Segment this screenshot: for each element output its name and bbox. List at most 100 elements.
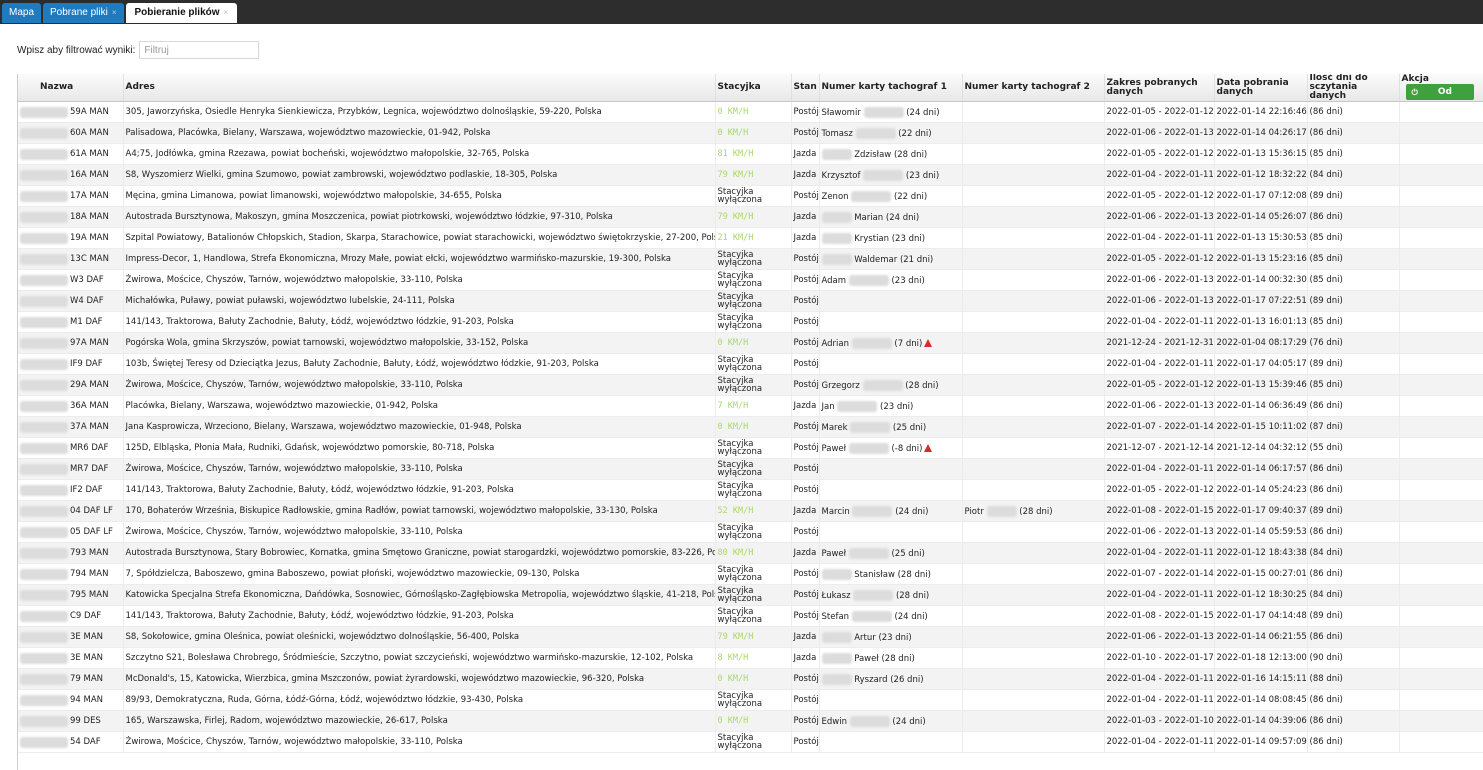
address-cell: Szpital Powiatowy, Batalionów Chłopskich… <box>123 227 716 249</box>
column-header[interactable]: Nazwa <box>18 74 124 102</box>
card2-cell: Piotr (28 dni) <box>962 500 1105 522</box>
card-days: (23 dni) <box>878 632 912 643</box>
table-row[interactable]: MR7 DAF Żwirowa, Mościce, Chyszów, Tarnów… <box>18 458 1483 480</box>
column-header[interactable]: Numer karty tachograf 1 <box>819 74 963 102</box>
days-left-cell: (86 dni) <box>1307 395 1400 417</box>
table-row[interactable]: M1 DAF 141/143, Traktorowa, Bałuty Zachod… <box>18 311 1483 333</box>
table-row[interactable]: 37A MAN Jana Kasprowicza, Wrzeciono, Biel… <box>18 416 1483 438</box>
card2-cell <box>962 710 1105 732</box>
table-row[interactable]: IF9 DAF 103b, Świętej Teresy od Dzieciątk… <box>18 353 1483 375</box>
table-row[interactable]: 29A MAN Żwirowa, Mościce, Chyszów, Tarnów… <box>18 374 1483 396</box>
card2-cell <box>962 416 1105 438</box>
table-row[interactable]: W3 DAF Żwirowa, Mościce, Chyszów, Tarnów,… <box>18 269 1483 291</box>
driver-first-name: Jan <box>821 401 835 412</box>
tab-mapa[interactable]: Mapa <box>2 3 42 23</box>
state-cell: Jazda <box>791 395 820 417</box>
address-cell: 141/143, Traktorowa, Bałuty Zachodnie, B… <box>123 605 716 627</box>
table-row[interactable]: 16A MAN S8, Wyszomierz Wielki, gmina Szum… <box>18 164 1483 186</box>
tab-pobrane-pliki[interactable]: Pobrane pliki × <box>43 3 124 23</box>
table-row[interactable]: IF2 DAF 141/143, Traktorowa, Bałuty Zacho… <box>18 479 1483 501</box>
redacted-text <box>851 610 892 622</box>
download-date-cell: 2022-01-17 07:22:51 <box>1214 290 1308 312</box>
table-row[interactable]: 19A MAN Szpital Powiatowy, Batalionów Chł… <box>18 227 1483 249</box>
action-cell <box>1399 164 1483 186</box>
table-row[interactable]: 36A MAN Placówka, Bielany, Warszawa, woje… <box>18 395 1483 417</box>
download-date-cell: 2022-01-13 15:39:46 <box>1214 374 1308 396</box>
table-header: Nazwa Adres Stacyjka Stan Numer karty tachog… <box>18 74 1483 102</box>
close-icon[interactable]: × <box>112 3 117 23</box>
card-days: (23 dni) <box>880 401 914 412</box>
card2-cell <box>962 668 1105 690</box>
vehicle-name: W4 DAF <box>70 296 104 306</box>
vehicle-name-cell: MR6 DAF <box>18 437 124 459</box>
table-row[interactable]: 794 MAN 7, Spółdzielcza, Baboszewo, gmina… <box>18 563 1483 585</box>
vehicle-name-cell: 36A MAN <box>18 395 124 417</box>
column-header[interactable]: Numer karty tachograf 2 <box>962 74 1105 102</box>
data-range-cell: 2022-01-06 - 2022-01-13 <box>1104 206 1215 228</box>
table-row[interactable]: 79 MAN McDonald's, 15, Katowicka, Wierzbi… <box>18 668 1483 690</box>
vehicle-name: 17A MAN <box>70 191 109 201</box>
table-row[interactable]: MR6 DAF 125D, Elbląska, Płonia Mała, Rudn… <box>18 437 1483 459</box>
close-icon[interactable]: × <box>224 3 229 23</box>
table-row[interactable]: 793 MAN Autostrada Bursztynowa, Stary Bob… <box>18 542 1483 564</box>
table-row[interactable]: 795 MAN Katowicka Specjalna Strefa Ekonom… <box>18 584 1483 606</box>
state-cell: Postój <box>791 584 820 606</box>
table-row[interactable]: 61A MAN A4;75, Jodłówka, gmina Rzezawa, p… <box>18 143 1483 165</box>
card2-cell <box>962 689 1105 711</box>
action-cell <box>1399 563 1483 585</box>
card1-cell: Stefan (24 dni) <box>819 605 963 627</box>
table-row[interactable]: 3E MAN S8, Sokołowice, gmina Oleśnica, po… <box>18 626 1483 648</box>
column-header[interactable]: Adres <box>123 74 716 102</box>
driver-first-name: Piotr <box>964 506 984 517</box>
address-cell: Szczytno S21, Bolesława Chrobrego, Śródm… <box>123 647 716 669</box>
redacted-text <box>20 127 68 139</box>
driver-first-name: Marek <box>821 422 848 433</box>
table-row[interactable]: 94 MAN 89/93, Demokratyczna, Ruda, Górna,… <box>18 689 1483 711</box>
filter-input[interactable] <box>139 41 260 59</box>
table-row[interactable]: 54 DAF Żwirowa, Mościce, Chyszów, Tarnów,… <box>18 731 1483 753</box>
table-row[interactable]: C9 DAF 141/143, Traktorowa, Bałuty Zachod… <box>18 605 1483 627</box>
redacted-text <box>863 169 904 181</box>
table-row[interactable]: 17A MAN Męcina, gmina Limanowa, powiat li… <box>18 185 1483 207</box>
download-date-cell: 2022-01-14 05:59:53 <box>1214 521 1308 543</box>
column-header[interactable]: Stan <box>791 74 820 102</box>
column-header[interactable]: Stacyjka <box>715 74 792 102</box>
redacted-text <box>850 421 891 433</box>
vehicle-name-cell: 59A MAN <box>18 101 124 123</box>
tab-pobieranie-plik-w[interactable]: Pobieranie plików × <box>125 3 238 23</box>
address-cell: Katowicka Specjalna Strefa Ekonomiczna, … <box>123 584 716 606</box>
redacted-text <box>837 400 878 412</box>
vehicle-name: 79 MAN <box>70 674 104 684</box>
ignition-cell: 0 KM/H <box>715 416 792 438</box>
table-row[interactable]: 3E MAN Szczytno S21, Bolesława Chrobrego,… <box>18 647 1483 669</box>
days-left-cell: (89 dni) <box>1307 500 1400 522</box>
column-header[interactable]: Data pobrania danych <box>1214 74 1308 102</box>
vehicle-name: 94 MAN <box>70 695 104 705</box>
ignition-cell: Stacyjka wyłączona <box>715 479 792 501</box>
address-cell: 103b, Świętej Teresy od Dzieciątka Jezus… <box>123 353 716 375</box>
address-cell: Autostrada Bursztynowa, Makoszyn, gmina … <box>123 206 716 228</box>
table-row[interactable]: 60A MAN Palisadowa, Placówka, Bielany, Wa… <box>18 122 1483 144</box>
ignition-cell: Stacyjka wyłączona <box>715 521 792 543</box>
table-row[interactable]: 05 DAF LF Żwirowa, Mościce, Chyszów, Tarn… <box>18 521 1483 543</box>
ignition-cell: 8 KM/H <box>715 647 792 669</box>
column-header[interactable]: Zakres pobranych danych <box>1104 74 1215 102</box>
card2-cell <box>962 248 1105 270</box>
action-button[interactable]: ⏻ Od <box>1405 84 1474 100</box>
table-row[interactable]: 99 DES 165, Warszawska, Firlej, Radom, wo… <box>18 710 1483 732</box>
tab-label: Mapa <box>9 7 35 18</box>
table-row[interactable]: 59A MAN 305, Jaworzyńska, Osiedle Henryka… <box>18 101 1483 123</box>
table-row[interactable]: 18A MAN Autostrada Bursztynowa, Makoszyn,… <box>18 206 1483 228</box>
driver-name: Waldemar <box>854 254 898 265</box>
address-cell: 305, Jaworzyńska, Osiedle Henryka Sienki… <box>123 101 716 123</box>
column-header-label: Numer karty tachograf 1 <box>821 82 947 92</box>
column-header[interactable]: Ilość dni do sczytania danych <box>1307 74 1400 102</box>
vehicle-name-cell: 13C MAN <box>18 248 124 270</box>
table-row[interactable]: 13C MAN Impress-Decor, 1, Handlowa, Stref… <box>18 248 1483 270</box>
column-header[interactable]: Akcja ⏻ Od <box>1399 74 1483 102</box>
card-days: (25 dni) <box>891 548 925 559</box>
table-row[interactable]: 04 DAF LF 170, Bohaterów Września, Biskup… <box>18 500 1483 522</box>
card1-cell <box>819 479 963 501</box>
table-row[interactable]: W4 DAF Michałówka, Puławy, powiat puławsk… <box>18 290 1483 312</box>
table-row[interactable]: 97A MAN Pogórska Wola, gmina Skrzyszów, p… <box>18 332 1483 354</box>
